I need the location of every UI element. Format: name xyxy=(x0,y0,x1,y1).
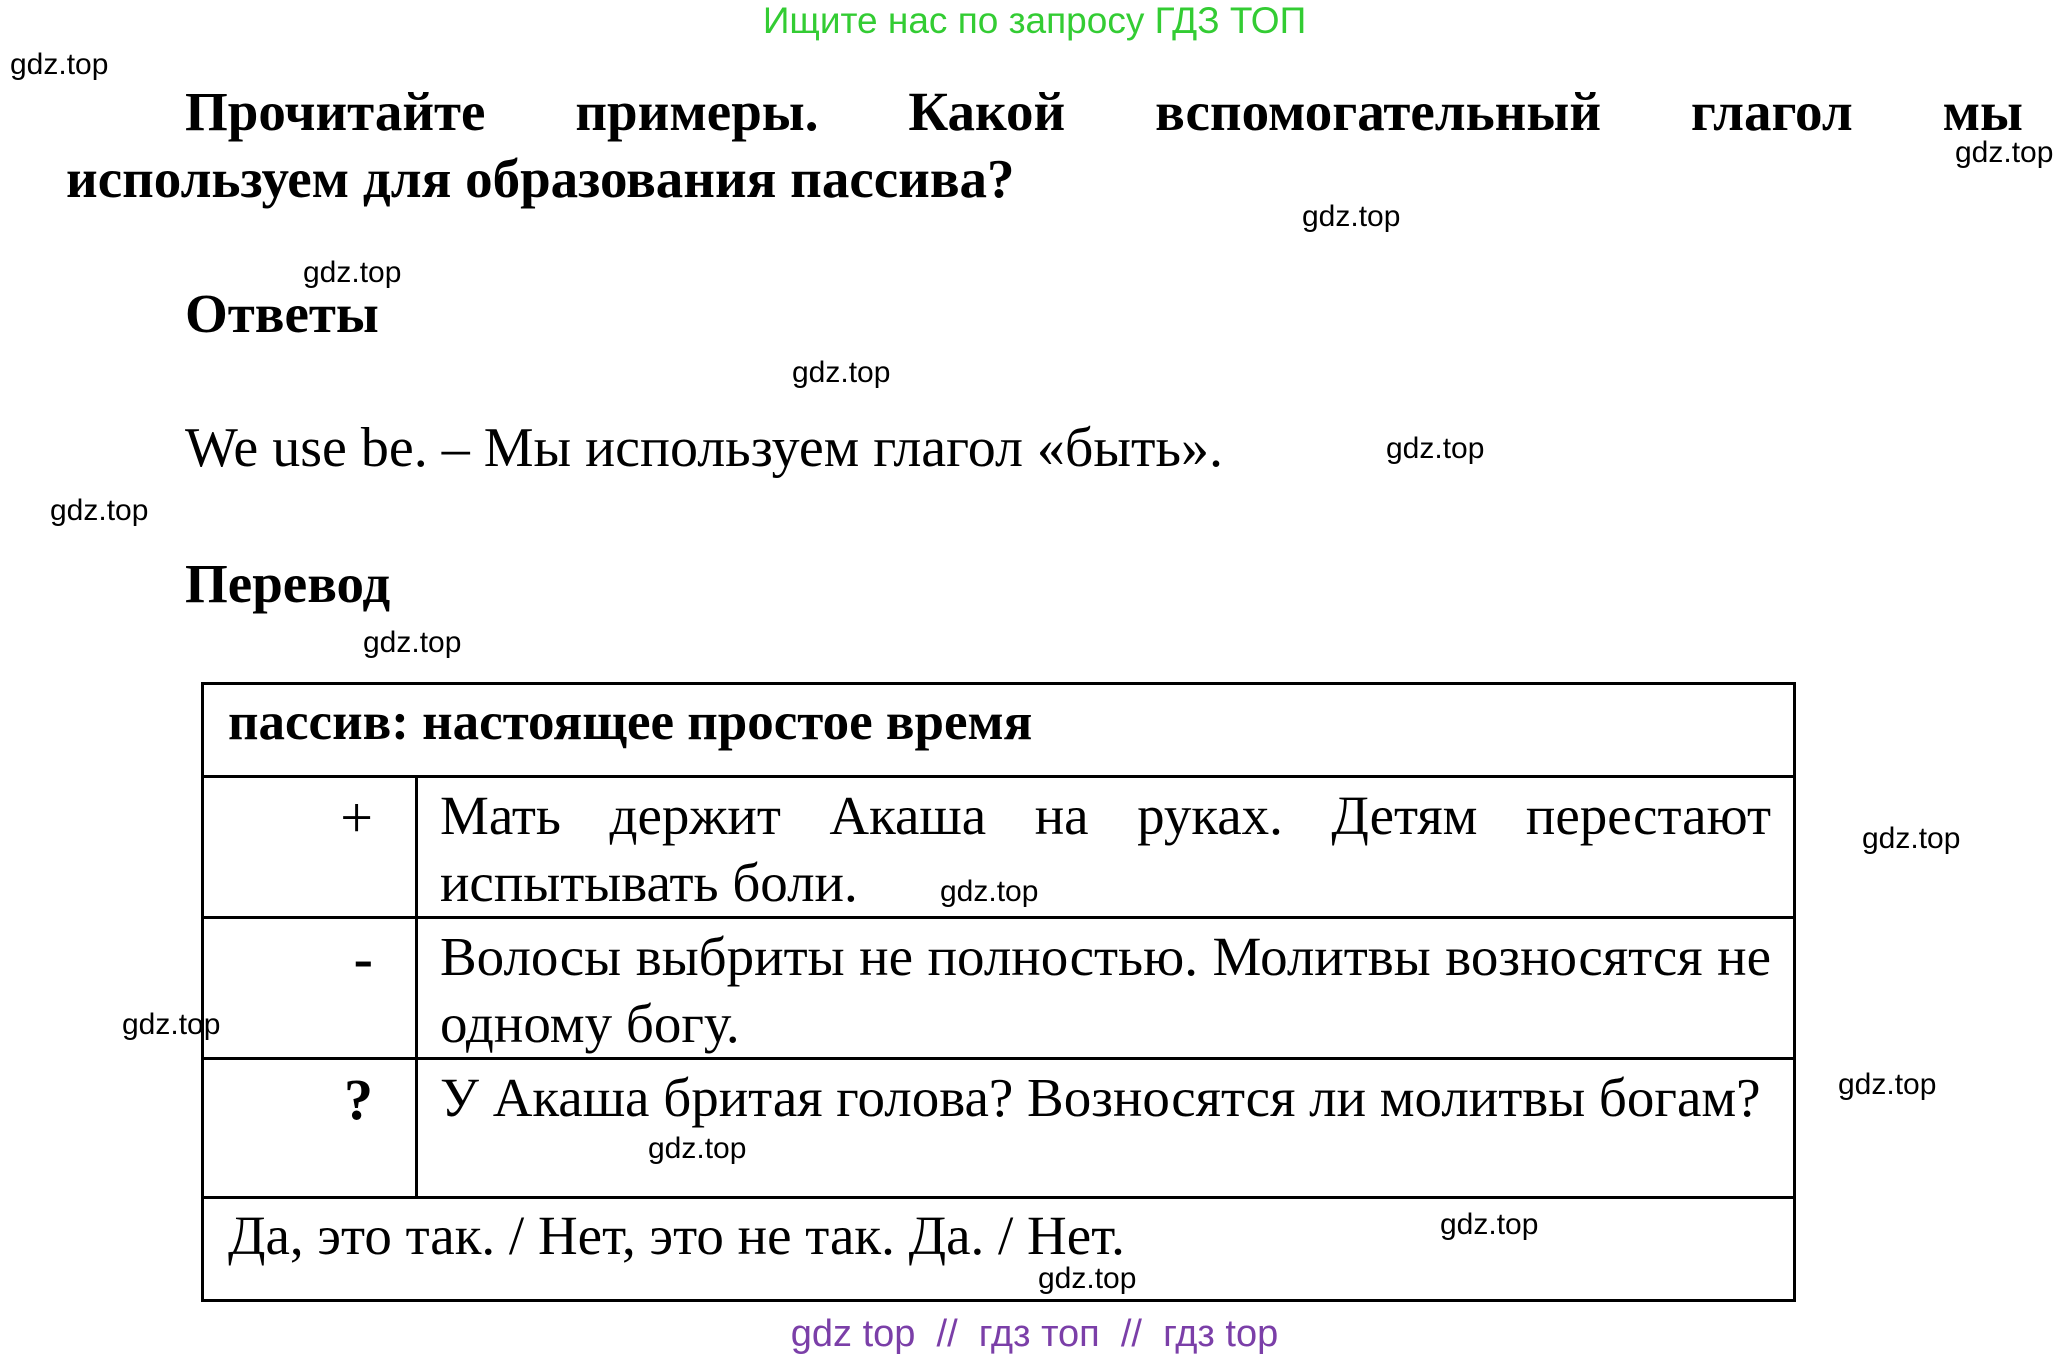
watermark: gdz.top xyxy=(1838,1068,1937,1101)
passive-table: пассив: настоящее простое время + Мать д… xyxy=(201,682,1796,1302)
watermark: gdz.top xyxy=(1386,432,1485,465)
row-text: Мать держит Акаша на руках. Детям перест… xyxy=(415,775,1796,919)
table-header-row: пассив: настоящее простое время xyxy=(201,682,1796,778)
row-text: Волосы выбриты не полностью. Молитвы воз… xyxy=(415,916,1796,1060)
watermark: gdz.top xyxy=(122,1008,221,1041)
watermark: gdz.top xyxy=(792,356,891,389)
table-row: - Волосы выбриты не полностью. Молитвы в… xyxy=(201,916,1796,1060)
watermark: gdz.top xyxy=(303,256,402,289)
translation-heading: Перевод xyxy=(185,553,391,614)
watermark: gdz.top xyxy=(940,875,1039,908)
row-symbol-question: ? xyxy=(201,1057,418,1199)
watermark: gdz.top xyxy=(1038,1262,1137,1295)
table-row: ? У Акаша бритая голова? Возносятся ли м… xyxy=(201,1057,1796,1199)
row-symbol-plus: + xyxy=(201,775,418,919)
watermark: gdz.top xyxy=(50,494,149,527)
watermark: gdz.top xyxy=(648,1132,747,1165)
watermark: gdz.top xyxy=(1302,200,1401,233)
table-header: пассив: настоящее простое время xyxy=(201,682,1796,778)
row-text: У Акаша бритая голова? Возносятся ли мол… xyxy=(415,1057,1796,1199)
footer-links: gdz top // гдз топ // гдз top xyxy=(790,1313,1279,1355)
search-banner: Ищите нас по запросу ГДЗ ТОП xyxy=(762,0,1307,41)
watermark: gdz.top xyxy=(363,626,462,659)
question-line-2: используем для образования пассива? xyxy=(66,148,1015,209)
answers-heading: Ответы xyxy=(185,283,379,344)
watermark: gdz.top xyxy=(1955,136,2054,169)
question-line-1: Прочитайте примеры. Какой вспомогательны… xyxy=(185,81,2023,142)
task-question: Прочитайте примеры. Какой вспомогательны… xyxy=(66,78,2023,212)
watermark: gdz.top xyxy=(1440,1208,1539,1241)
row-symbol-minus: - xyxy=(201,916,418,1060)
table-footer-text: Да, это так. / Нет, это не так. Да. / Не… xyxy=(201,1196,1796,1302)
watermark: gdz.top xyxy=(10,48,109,81)
watermark: gdz.top xyxy=(1862,822,1961,855)
table-footer-row: Да, это так. / Нет, это не так. Да. / Не… xyxy=(201,1196,1796,1302)
answer-text: We use be. – Мы используем глагол «быть»… xyxy=(185,417,1224,479)
